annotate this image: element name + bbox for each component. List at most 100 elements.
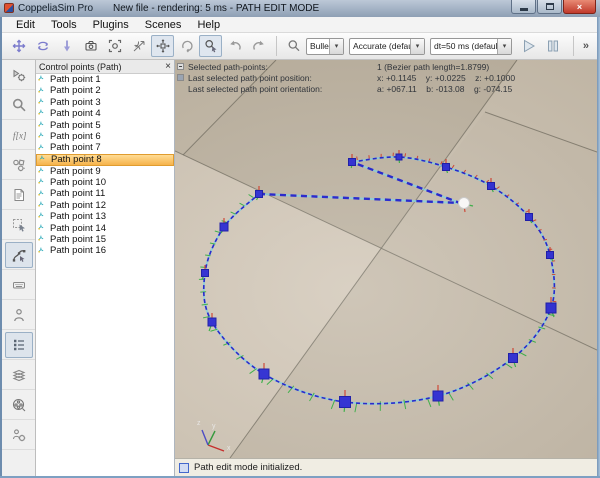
path-point-icon (38, 201, 47, 210)
model-properties-icon (12, 158, 26, 172)
undo-button[interactable] (223, 35, 246, 57)
status-bar: Path edit mode initialized. (175, 458, 597, 476)
list-item-path-point-14[interactable]: Path point 14 (36, 223, 174, 234)
side-toolbar-cell (2, 90, 35, 120)
hierarchy-list-button[interactable] (5, 332, 33, 358)
zoom-dialog-icon (12, 98, 26, 112)
avatar-button[interactable] (5, 302, 33, 328)
camera-shift-button[interactable] (79, 35, 102, 57)
list-item-path-point-13[interactable]: Path point 13 (36, 211, 174, 222)
list-item-path-point-9[interactable]: Path point 9 (36, 166, 174, 177)
side-toolbar-cell (2, 300, 35, 330)
svg-text:f[x]: f[x] (13, 130, 26, 140)
chevron-down-icon[interactable]: ▾ (497, 39, 511, 54)
script-button[interactable] (5, 182, 33, 208)
list-item-path-point-11[interactable]: Path point 11 (36, 189, 174, 200)
collapse-toggle-icon[interactable] (177, 63, 184, 70)
redo-button[interactable] (247, 35, 270, 57)
list-item-path-point-6[interactable]: Path point 6 (36, 131, 174, 142)
list-item-path-point-10[interactable]: Path point 10 (36, 177, 174, 188)
start-simulation-button[interactable] (517, 35, 540, 57)
redo-icon (252, 39, 266, 53)
toolbar-overflow-button[interactable]: » (579, 40, 593, 52)
zoom-dialog-button[interactable] (5, 92, 33, 118)
3d-viewport[interactable]: xyz Selected path-points:1 (Bezier path … (175, 60, 597, 458)
list-item-path-point-1[interactable]: Path point 1 (36, 74, 174, 85)
camera-rotate-button[interactable] (31, 35, 54, 57)
titlebar[interactable]: CoppeliaSim Pro New file - rendering: 5 … (0, 0, 600, 18)
list-item-path-point-12[interactable]: Path point 12 (36, 200, 174, 211)
model-properties-button[interactable] (5, 152, 33, 178)
object-translate-button[interactable] (151, 35, 174, 57)
control-points-panel: Control points (Path) × Path point 1Path… (36, 60, 175, 476)
svg-text:z: z (197, 420, 201, 427)
menu-item-edit[interactable]: Edit (8, 18, 43, 32)
box-toggle-icon[interactable] (177, 74, 184, 81)
path-point-icon (38, 190, 47, 199)
app-icon (4, 3, 14, 13)
menu-item-tools[interactable]: Tools (43, 18, 85, 32)
list-item-path-point-7[interactable]: Path point 7 (36, 142, 174, 153)
close-button[interactable]: × (563, 0, 596, 14)
object-translate-icon (156, 39, 170, 53)
panel-close-button[interactable]: × (165, 62, 171, 72)
list-item-label: Path point 12 (50, 200, 106, 212)
path-point-icon (38, 121, 47, 130)
side-toolbar: f[x] (2, 60, 36, 476)
hierarchy-list-icon (12, 338, 26, 352)
simulation-timestep-combo[interactable]: dt=50 ms (default) ▾ (430, 38, 512, 55)
simulation-timestep-value: dt=50 ms (default) (431, 41, 497, 51)
menu-item-plugins[interactable]: Plugins (85, 18, 137, 32)
pause-simulation-button[interactable] (541, 35, 564, 57)
list-item-path-point-3[interactable]: Path point 3 (36, 97, 174, 108)
simulation-settings-button[interactable] (5, 62, 33, 88)
fly-mode-button[interactable] (127, 35, 150, 57)
close-icon: × (577, 2, 582, 12)
keyboard-button[interactable] (5, 272, 33, 298)
list-item-path-point-5[interactable]: Path point 5 (36, 120, 174, 131)
list-item-label: Path point 13 (50, 211, 106, 223)
magnifier-button[interactable] (282, 35, 305, 57)
maximize-button[interactable] (537, 0, 562, 14)
camera-shift-icon (84, 39, 98, 53)
list-item-path-point-4[interactable]: Path point 4 (36, 108, 174, 119)
layers-button[interactable] (5, 362, 33, 388)
toolbar-separator (573, 36, 574, 56)
path-edit-button[interactable] (5, 242, 33, 268)
menu-item-scenes[interactable]: Scenes (137, 18, 190, 32)
list-item-path-point-15[interactable]: Path point 15 (36, 234, 174, 245)
video-recorder-button[interactable] (5, 392, 33, 418)
list-item-label: Path point 4 (50, 108, 101, 120)
list-item-path-point-16[interactable]: Path point 16 (36, 245, 174, 256)
expression-button[interactable]: f[x] (5, 122, 33, 148)
selected-path-point-marker[interactable] (459, 198, 470, 209)
list-item-label: Path point 15 (50, 234, 106, 246)
minimize-button[interactable] (511, 0, 536, 14)
physics-engine-combo[interactable]: Bullet ▾ (306, 38, 344, 55)
menu-item-help[interactable]: Help (189, 18, 228, 32)
chevron-down-icon[interactable]: ▾ (329, 39, 343, 54)
object-rotate-icon (180, 39, 194, 53)
info-label: Last selected path point orientation: (188, 84, 322, 94)
path-point-icon (38, 98, 47, 107)
chevron-down-icon[interactable]: ▾ (410, 39, 424, 54)
camera-zoom-button[interactable] (55, 35, 78, 57)
selection-button[interactable] (5, 212, 33, 238)
list-item-label: Path point 9 (50, 166, 101, 178)
list-item-path-point-8[interactable]: Path point 8 (36, 154, 174, 166)
user-settings-button[interactable] (5, 422, 33, 448)
layers-icon (12, 368, 26, 382)
list-item-path-point-2[interactable]: Path point 2 (36, 85, 174, 96)
info-row: Selected path-points:1 (Bezier path leng… (175, 62, 597, 73)
path-point-icon (38, 212, 47, 221)
camera-pan-button[interactable] (7, 35, 30, 57)
simulation-accuracy-combo[interactable]: Accurate (default) ▾ (349, 38, 425, 55)
side-toolbar-cell (2, 330, 35, 360)
list-item-label: Path point 11 (50, 188, 105, 200)
undo-icon (228, 39, 242, 53)
side-toolbar-cell (2, 270, 35, 300)
fit-to-view-button[interactable] (103, 35, 126, 57)
info-value: 1 (Bezier path length=1.8799) (377, 62, 489, 72)
click-selection-button[interactable] (199, 35, 222, 57)
object-rotate-button[interactable] (175, 35, 198, 57)
